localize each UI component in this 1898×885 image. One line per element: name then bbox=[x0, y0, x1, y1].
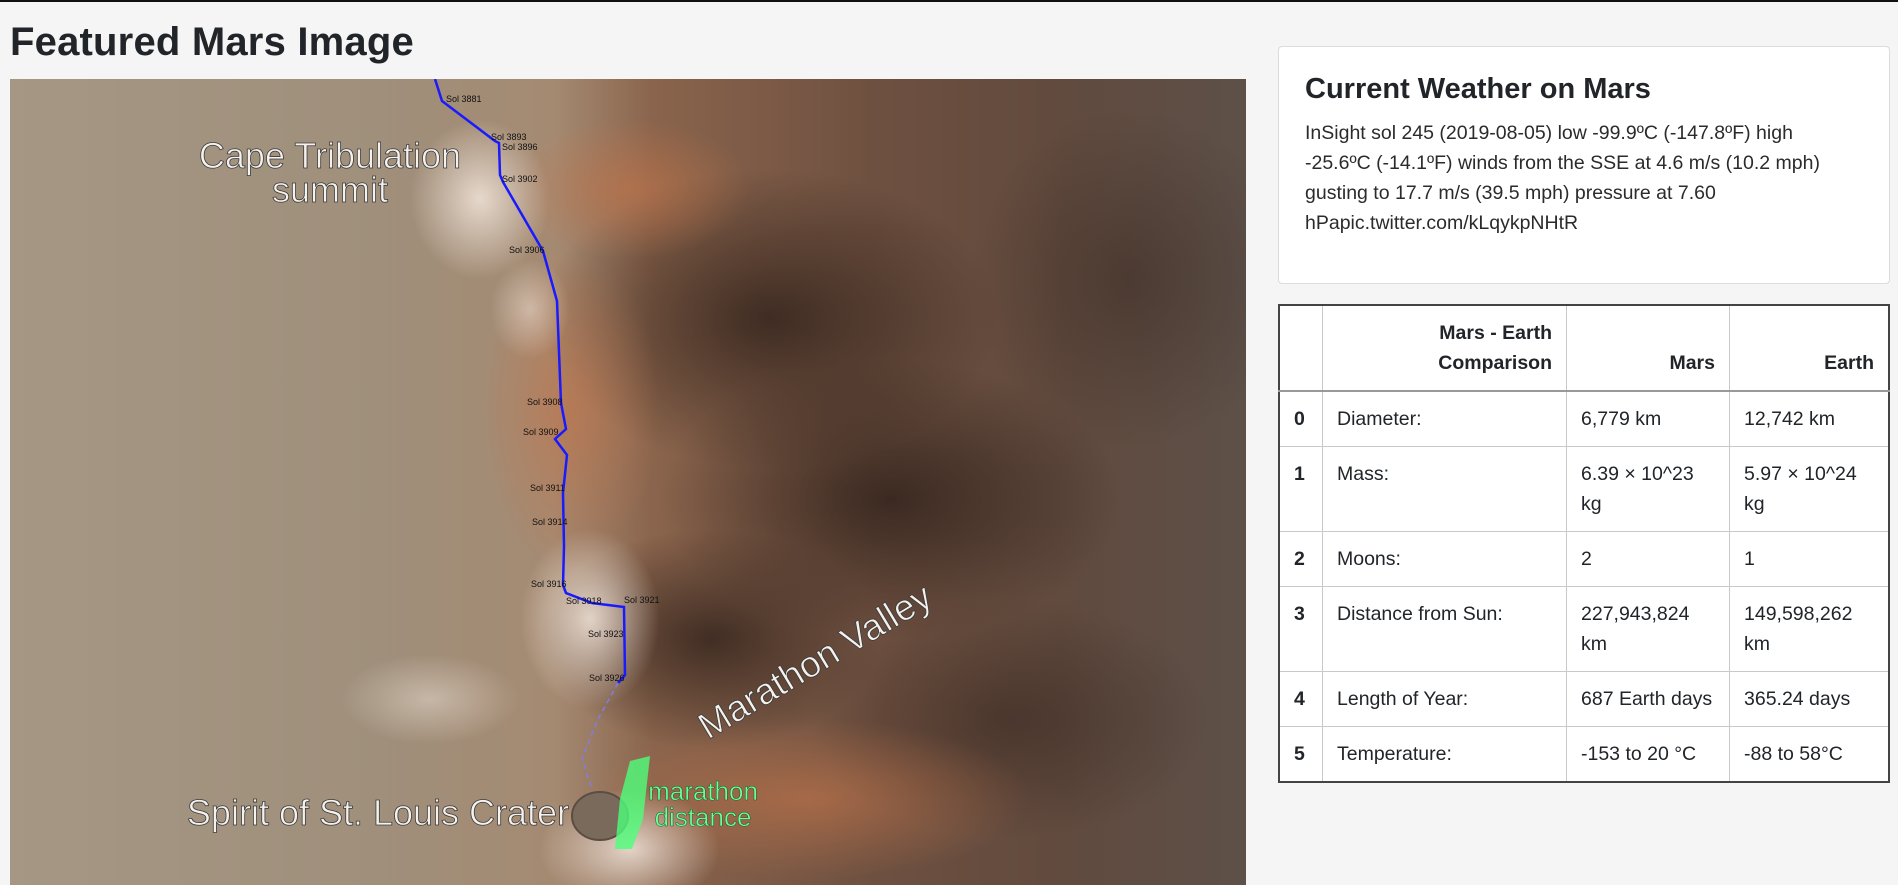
weather-title: Current Weather on Mars bbox=[1305, 73, 1651, 105]
row-index: 3 bbox=[1278, 586, 1323, 672]
sol-label: Sol 3896 bbox=[502, 142, 538, 152]
earth-value: 12,742 km bbox=[1729, 390, 1890, 447]
earth-value: 5.97 × 10^24 kg bbox=[1729, 446, 1890, 532]
table-header-row: Mars - Earth Comparison Mars Earth bbox=[1278, 304, 1890, 392]
weather-card: Current Weather on Mars InSight sol 245 … bbox=[1278, 46, 1890, 284]
mars-value: 6.39 × 10^23 kg bbox=[1566, 446, 1730, 532]
featured-mars-image[interactable]: Sol 3881 Sol 3893 Sol 3896 Sol 3902 Sol … bbox=[10, 79, 1246, 885]
mars-value: 6,779 km bbox=[1566, 390, 1730, 447]
row-index: 4 bbox=[1278, 671, 1323, 727]
sol-label: Sol 3881 bbox=[446, 94, 482, 104]
mars-terrain-map: Sol 3881 Sol 3893 Sol 3896 Sol 3902 Sol … bbox=[10, 79, 1246, 885]
summit-label: summit bbox=[272, 169, 388, 210]
mars-value: -153 to 20 °C bbox=[1566, 726, 1730, 783]
fact-label: Distance from Sun: bbox=[1322, 586, 1567, 672]
mars-value: 687 Earth days bbox=[1566, 671, 1730, 727]
row-index: 0 bbox=[1278, 390, 1323, 447]
table-row: 4 Length of Year: 687 Earth days 365.24 … bbox=[1278, 671, 1890, 727]
earth-value: -88 to 58°C bbox=[1729, 726, 1890, 783]
sol-label: Sol 3923 bbox=[588, 629, 624, 639]
mars-header: Mars bbox=[1566, 304, 1730, 392]
earth-value: 149,598,262 km bbox=[1729, 586, 1890, 672]
table-row: 1 Mass: 6.39 × 10^23 kg 5.97 × 10^24 kg bbox=[1278, 446, 1890, 532]
fact-label: Diameter: bbox=[1322, 390, 1567, 447]
sol-label: Sol 3902 bbox=[502, 174, 538, 184]
table-row: 2 Moons: 2 1 bbox=[1278, 531, 1890, 587]
mars-earth-comparison-table: Mars - Earth Comparison Mars Earth 0 Dia… bbox=[1278, 304, 1890, 783]
table-row: 3 Distance from Sun: 227,943,824 km 149,… bbox=[1278, 586, 1890, 672]
fact-label: Moons: bbox=[1322, 531, 1567, 587]
sol-label: Sol 3906 bbox=[509, 245, 545, 255]
table-row: 0 Diameter: 6,779 km 12,742 km bbox=[1278, 390, 1890, 447]
sol-label: Sol 3921 bbox=[624, 595, 660, 605]
earth-value: 365.24 days bbox=[1729, 671, 1890, 727]
fact-label: Temperature: bbox=[1322, 726, 1567, 783]
weather-report: InSight sol 245 (2019-08-05) low -99.9ºC… bbox=[1305, 122, 1820, 234]
sol-label: Sol 3911 bbox=[530, 483, 565, 493]
table-row: 5 Temperature: -153 to 20 °C -88 to 58°C bbox=[1278, 726, 1890, 783]
sol-label: Sol 3916 bbox=[531, 579, 567, 589]
index-header bbox=[1278, 304, 1323, 392]
sol-label: Sol 3918 bbox=[566, 596, 602, 606]
sol-label: Sol 3909 bbox=[523, 427, 559, 437]
earth-header: Earth bbox=[1729, 304, 1890, 392]
fact-label: Mass: bbox=[1322, 446, 1567, 532]
distance-label: distance bbox=[655, 802, 752, 832]
comparison-header: Mars - Earth Comparison bbox=[1322, 304, 1567, 392]
sol-label: Sol 3914 bbox=[532, 517, 568, 527]
sol-label: Sol 3926 bbox=[589, 673, 625, 683]
page-title: Featured Mars Image bbox=[10, 20, 414, 64]
row-index: 2 bbox=[1278, 531, 1323, 587]
crater-label: Spirit of St. Louis Crater bbox=[187, 792, 569, 833]
sol-label: Sol 3908 bbox=[527, 397, 563, 407]
mars-value: 227,943,824 km bbox=[1566, 586, 1730, 672]
mars-value: 2 bbox=[1566, 531, 1730, 587]
earth-value: 1 bbox=[1729, 531, 1890, 587]
fact-label: Length of Year: bbox=[1322, 671, 1567, 727]
row-index: 5 bbox=[1278, 726, 1323, 783]
sol-label: Sol 3893 bbox=[491, 132, 527, 142]
row-index: 1 bbox=[1278, 446, 1323, 532]
